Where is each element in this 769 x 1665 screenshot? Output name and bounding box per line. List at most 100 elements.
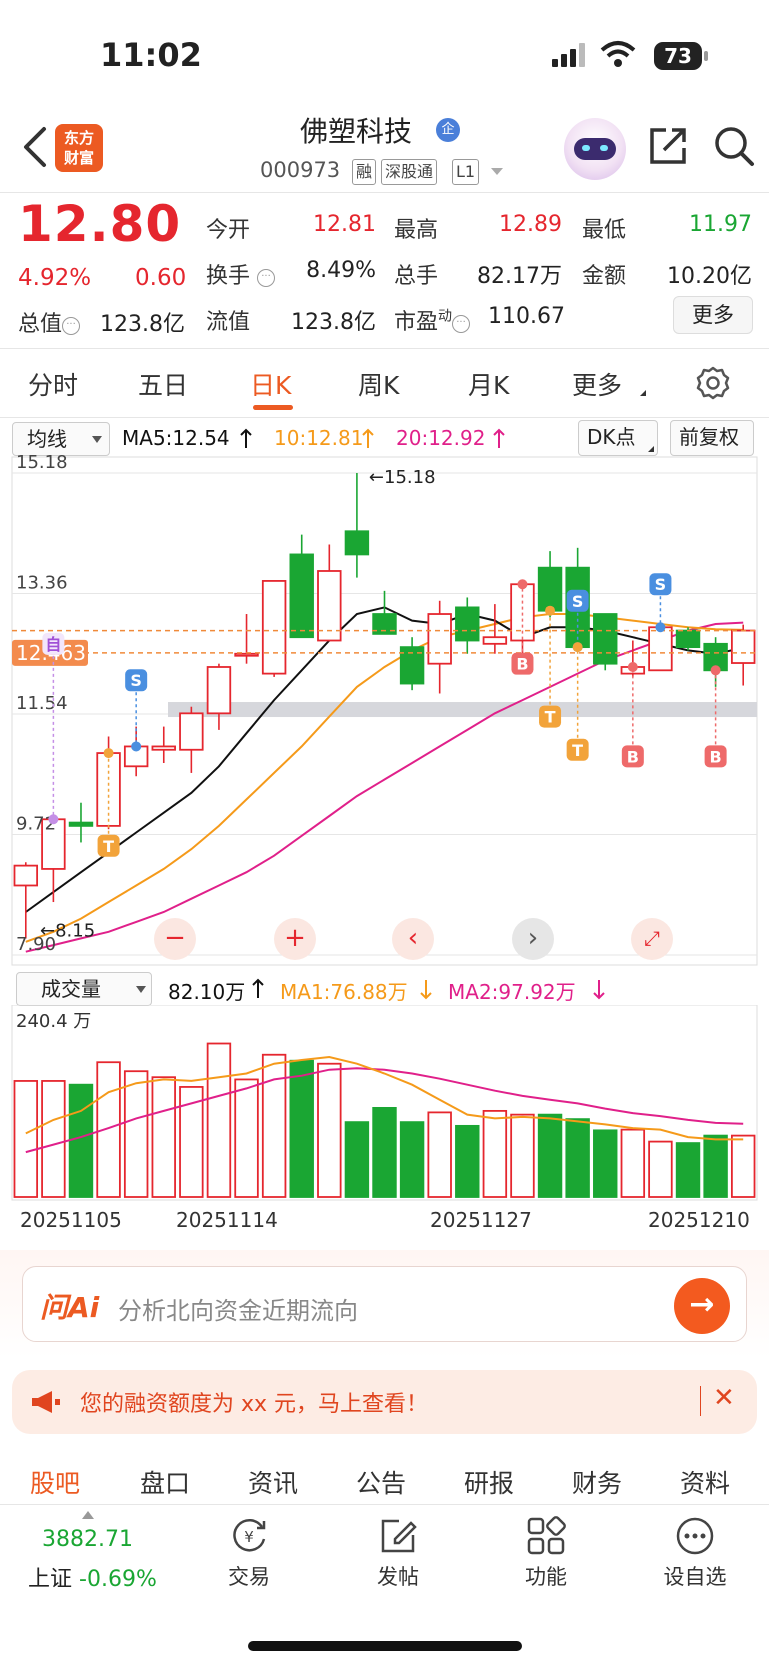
price-adjust-button[interactable]: 前复权 — [670, 420, 754, 456]
volume-chart[interactable]: 240.4 万 — [0, 1005, 769, 1205]
info-icon[interactable]: ··· — [257, 269, 276, 287]
volume-bar — [41, 1080, 66, 1198]
volume-bar — [482, 1109, 508, 1198]
nav-post-label[interactable]: 发帖 — [358, 1561, 438, 1591]
info-icon[interactable]: ··· — [62, 317, 81, 335]
turnover-label: 换手 ··· — [206, 258, 276, 290]
pe-label-text: 市盈 — [394, 310, 439, 335]
signal-label: S — [655, 575, 667, 594]
date-label-start: 20251105 — [20, 1208, 122, 1232]
tab-five-day[interactable]: 五日 — [138, 366, 188, 402]
chevron-down-icon[interactable] — [491, 168, 503, 175]
nav-functions-label[interactable]: 功能 — [506, 1561, 586, 1591]
battery-icon: 73 — [654, 42, 702, 70]
tab-finance[interactable]: 财务 — [572, 1464, 622, 1500]
header-divider — [0, 192, 769, 193]
trade-icon[interactable]: ¥ — [228, 1515, 270, 1557]
candle-body — [151, 745, 176, 751]
high-value: 12.89 — [499, 212, 562, 237]
volume-bar — [703, 1134, 728, 1198]
tab-weekly-k[interactable]: 周K — [358, 366, 399, 402]
tab-daily-k[interactable]: 日K — [250, 366, 291, 402]
change-amount: 0.60 — [135, 265, 187, 291]
tab-news[interactable]: 资讯 — [248, 1464, 298, 1500]
chevron-down-icon — [136, 986, 146, 993]
more-quote-button[interactable]: 更多 — [673, 296, 753, 334]
search-icon[interactable] — [712, 124, 756, 168]
amount-label: 金额 — [582, 264, 627, 289]
tab-monthly-k[interactable]: 月K — [468, 366, 509, 402]
tab-profile[interactable]: 资料 — [680, 1464, 730, 1500]
dk-signal-label: DK点 — [587, 425, 636, 449]
signal-label: T — [545, 708, 556, 727]
volume-indicator-select[interactable]: 成交量 — [16, 972, 152, 1006]
close-icon[interactable]: ✕ — [713, 1383, 735, 1413]
zoom-in-button[interactable]: + — [274, 918, 316, 960]
nav-add-watchlist-label[interactable]: 设自选 — [655, 1561, 735, 1591]
ai-send-button[interactable]: → — [674, 1278, 730, 1334]
volume-bar — [620, 1128, 646, 1198]
candle-body — [648, 626, 673, 672]
scroll-right-button[interactable]: › — [512, 918, 554, 960]
volume-indicator-value: 成交量 — [41, 977, 101, 1001]
low-label: 最低 — [582, 218, 627, 243]
arrow-up-icon — [240, 428, 252, 448]
tab-more[interactable]: 更多 — [572, 366, 622, 402]
volume-bar — [537, 1113, 563, 1198]
amount-value: 10.20亿 — [667, 264, 752, 289]
share-icon[interactable] — [646, 124, 690, 168]
margin-notice-text[interactable]: 您的融资额度为 xx 元，马上查看！ — [80, 1386, 428, 1418]
ai-assistant-face — [574, 138, 616, 160]
open-value: 12.81 — [313, 212, 376, 237]
arrow-up-icon — [362, 428, 374, 448]
notice-divider — [700, 1386, 701, 1416]
index-name: 上证 — [28, 1567, 73, 1592]
candle-body — [179, 712, 204, 751]
apps-icon[interactable] — [525, 1515, 567, 1557]
tab-forum[interactable]: 股吧 — [30, 1464, 80, 1500]
enterprise-badge: 企 — [436, 118, 460, 142]
compose-icon[interactable] — [377, 1515, 419, 1557]
gear-icon[interactable] — [696, 366, 730, 400]
kline-chart[interactable]: 12.46315.1813.3611.549.727.90←15.18←8.15… — [0, 455, 769, 970]
index-value[interactable]: 3882.71 — [42, 1527, 133, 1552]
scroll-left-button[interactable]: ‹ — [392, 918, 434, 960]
volume-bar — [206, 1042, 232, 1198]
y-axis-label: 11.54 — [16, 693, 68, 714]
signal-label: 自 — [45, 635, 61, 654]
volume-bar — [372, 1106, 397, 1198]
ai-input-placeholder[interactable]: 分析北向资金近期流向 — [118, 1291, 358, 1326]
volume-bar — [261, 1053, 287, 1198]
info-icon[interactable]: ··· — [452, 315, 471, 333]
fullscreen-button[interactable]: ⤢ — [631, 918, 673, 960]
signal-dot — [710, 665, 721, 676]
indicator-select-value: 均线 — [27, 427, 67, 451]
y-axis-label: 15.18 — [16, 455, 68, 473]
nav-trade-label[interactable]: 交易 — [209, 1561, 289, 1591]
chevron-up-icon[interactable] — [82, 1511, 94, 1519]
candle-body — [344, 530, 370, 556]
candle-body — [13, 864, 39, 887]
tab-research[interactable]: 研报 — [464, 1464, 514, 1500]
signal-label: S — [572, 592, 584, 611]
tab-announcements[interactable]: 公告 — [356, 1464, 406, 1500]
volume-value: 82.17万 — [477, 264, 562, 289]
mktcap-value: 123.8亿 — [100, 312, 185, 337]
price-adjust-label: 前复权 — [679, 425, 739, 449]
more-dots-icon[interactable] — [674, 1515, 716, 1557]
megaphone-icon — [32, 1391, 60, 1413]
tab-intraday[interactable]: 分时 — [28, 366, 78, 402]
cellular-signal-icon — [552, 43, 585, 67]
chevron-left-icon[interactable] — [18, 125, 54, 169]
arrow-up-icon — [493, 428, 505, 448]
candle-body — [427, 613, 452, 665]
volume-bar — [234, 1078, 259, 1198]
zoom-out-button[interactable]: − — [154, 918, 196, 960]
ma20-readout: 20:12.92 — [396, 426, 486, 450]
candle-body — [730, 629, 756, 664]
tab-order-book[interactable]: 盘口 — [140, 1464, 190, 1500]
volume-bar — [123, 1070, 149, 1198]
index-summary[interactable]: 上证 -0.69% — [28, 1561, 157, 1593]
corner-caret-icon — [642, 446, 654, 452]
high-label: 最高 — [394, 218, 439, 243]
